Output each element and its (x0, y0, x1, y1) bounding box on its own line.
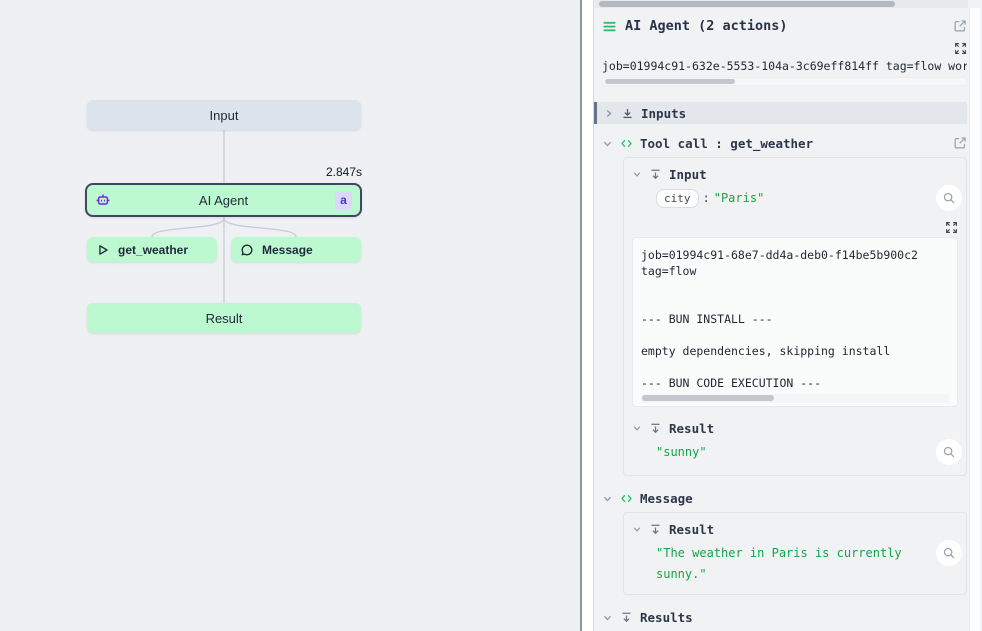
tool-input-label: Input (669, 167, 707, 182)
open-external-button[interactable] (953, 19, 967, 33)
section-results-header[interactable]: Results (602, 607, 967, 627)
agent-duration: 2.847s (85, 165, 362, 179)
chevron-down-icon (602, 138, 613, 149)
code-icon (620, 492, 633, 505)
tool-call-title: Tool call : get_weather (640, 136, 813, 151)
panel-title: AI Agent (2 actions) (625, 18, 788, 34)
panel-header: AI Agent (2 actions) (602, 16, 967, 36)
param-key-pill: city (656, 189, 699, 208)
flow-list-icon (602, 19, 617, 34)
tool-input-param-row: city:"Paris" (656, 188, 958, 212)
agent-log-scrollbar-thumb[interactable] (605, 79, 735, 84)
tool-call-body: Input city:"Paris" (623, 157, 967, 476)
run-details-panel: AI Agent (2 actions) job=019 (593, 0, 982, 631)
node-message-label: Message (262, 243, 313, 257)
panel-vertical-scrollbar[interactable] (969, 8, 980, 631)
node-ai-agent-label: AI Agent (87, 193, 360, 208)
panel-content: AI Agent (2 actions) job=019 (602, 8, 967, 631)
agent-job-log: job=01994c91-632e-5553-104a-3c69eff814ff… (602, 59, 967, 74)
node-result[interactable]: Result (87, 303, 361, 333)
node-input[interactable]: Input (87, 100, 361, 130)
tool-log-scrollbar (641, 394, 949, 403)
chevron-down-icon (632, 169, 642, 179)
tool-result-header[interactable]: Result (632, 419, 958, 437)
chevron-down-icon (632, 423, 642, 433)
results-label: Results (640, 610, 693, 625)
arrow-down-from-bar-icon (649, 168, 662, 181)
message-title: Message (640, 491, 693, 506)
expand-log-button[interactable] (954, 41, 967, 55)
node-get-weather-label: get_weather (118, 243, 188, 257)
tool-input-header[interactable]: Input (632, 165, 958, 183)
robot-icon (95, 192, 111, 208)
chevron-down-icon (602, 493, 613, 504)
tool-result-row: "sunny" (656, 442, 958, 466)
download-icon (621, 107, 634, 120)
message-result-row: "The weather in Paris is currently sunny… (656, 543, 958, 585)
message-result-label: Result (669, 522, 714, 537)
section-message-header[interactable]: Message (602, 488, 967, 508)
code-icon (620, 137, 633, 150)
inputs-label: Inputs (641, 106, 686, 121)
inspect-message-result-button[interactable] (936, 540, 962, 566)
chevron-down-icon (602, 612, 613, 623)
tool-result-value: "sunny" (656, 445, 707, 459)
tool-call-open-external-button[interactable] (953, 136, 967, 150)
section-tool-call-header[interactable]: Tool call : get_weather (602, 133, 967, 153)
section-inputs[interactable]: Inputs (594, 102, 967, 124)
panel-top-scrollbar (595, 0, 968, 8)
node-result-label: Result (206, 311, 243, 326)
arrow-down-from-bar-icon (620, 611, 633, 624)
chevron-right-icon (603, 108, 614, 119)
message-body: Result "The weather in Paris is currentl… (623, 512, 967, 595)
tool-log-scrollbar-thumb[interactable] (642, 395, 774, 401)
chevron-down-icon (632, 524, 642, 534)
tool-log-text: job=01994c91-68e7-dd4a-deb0-f14be5b900c2… (641, 247, 949, 391)
message-bubble-icon (240, 243, 254, 257)
node-ai-agent[interactable]: AI Agent a (85, 183, 362, 217)
node-input-label: Input (210, 108, 239, 123)
tool-log-box: job=01994c91-68e7-dd4a-deb0-f14be5b900c2… (632, 237, 958, 407)
arrow-down-from-bar-icon (649, 523, 662, 536)
node-message[interactable]: Message (231, 237, 361, 262)
inspect-result-button[interactable] (936, 439, 962, 465)
param-value: "Paris" (714, 191, 765, 205)
message-result-value: "The weather in Paris is currently sunny… (656, 546, 902, 581)
node-get-weather[interactable]: get_weather (87, 237, 217, 262)
expand-tool-log-button[interactable] (945, 220, 958, 234)
tool-result-label: Result (669, 421, 714, 436)
arrow-down-from-bar-icon (649, 422, 662, 435)
panel-resize-handle[interactable] (582, 0, 593, 631)
agent-badge[interactable]: a (335, 191, 352, 210)
flow-canvas[interactable]: Input 2.847s AI Agent a get_weather (0, 0, 581, 631)
agent-log-scrollbar (602, 77, 967, 86)
message-result-header[interactable]: Result (632, 520, 958, 538)
play-icon (96, 243, 110, 257)
panel-top-scrollbar-thumb[interactable] (599, 1, 895, 7)
inspect-value-button[interactable] (936, 185, 962, 211)
